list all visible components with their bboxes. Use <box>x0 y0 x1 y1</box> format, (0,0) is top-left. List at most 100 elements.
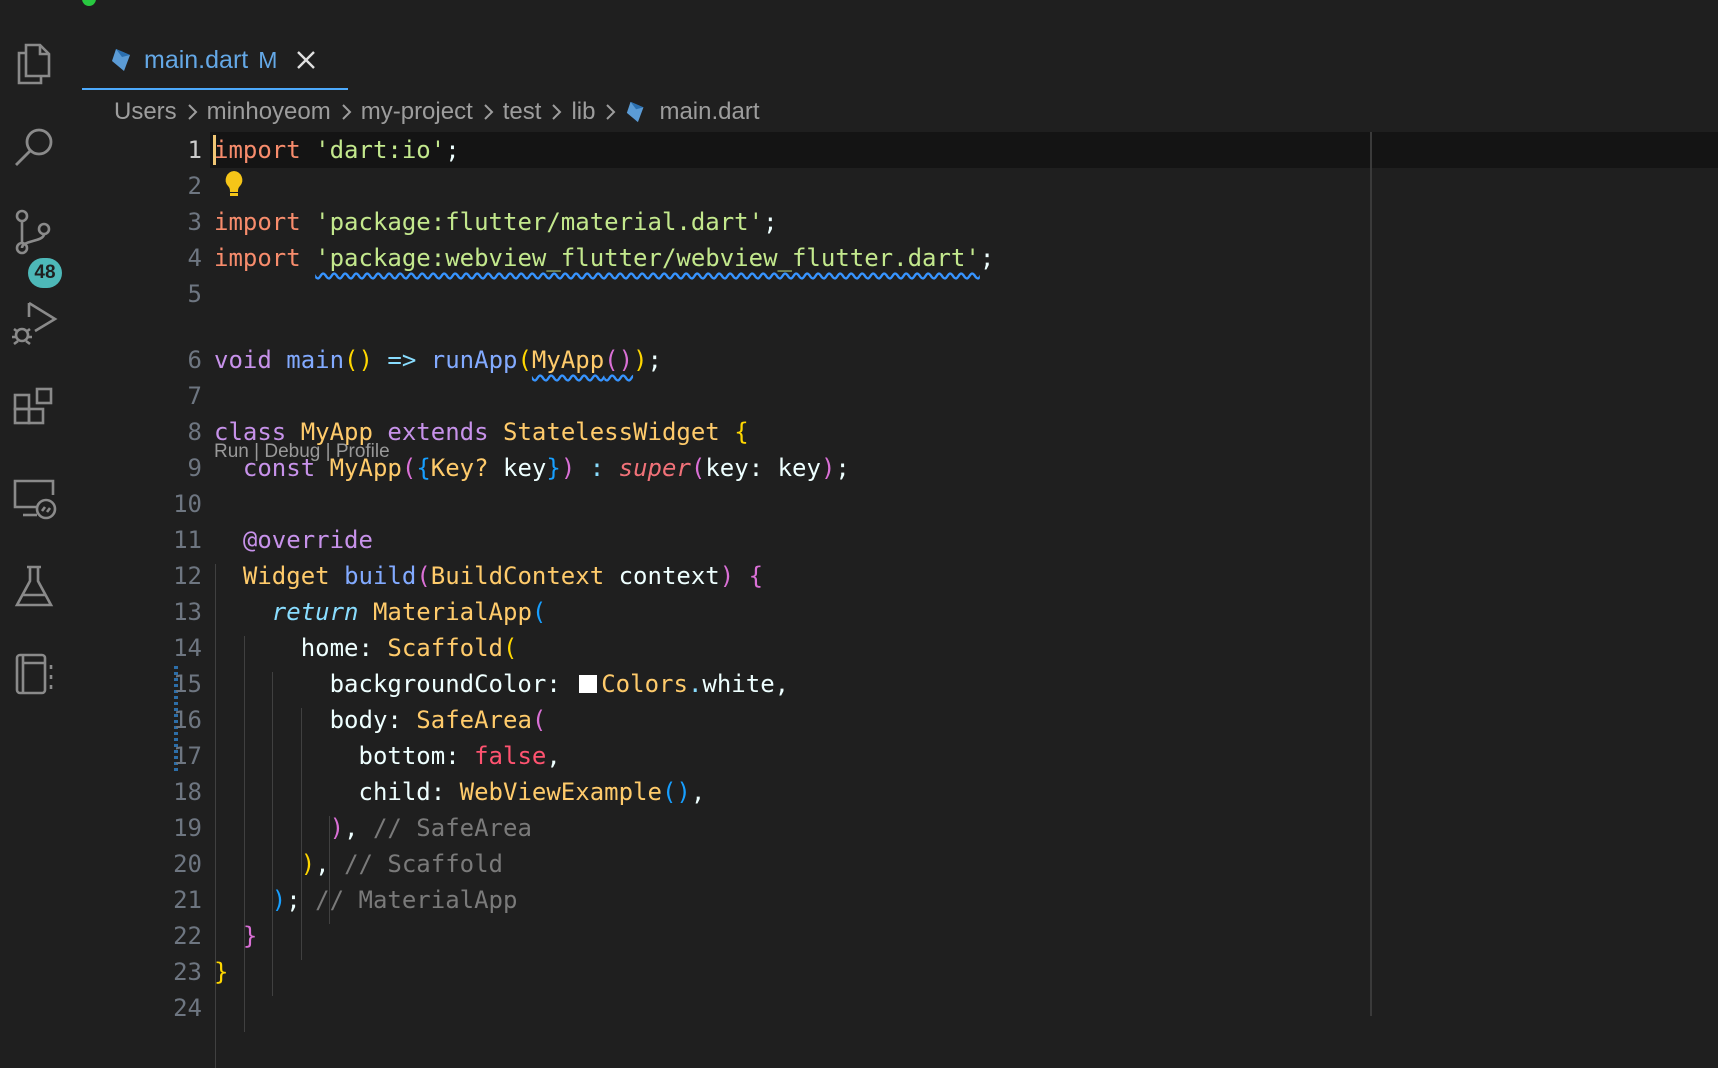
line-number: 24 <box>173 994 202 1022</box>
code-line: 16 body: SafeArea( <box>70 702 1718 738</box>
code-text: import 'package:flutter/material.dart'; <box>214 208 778 236</box>
code-text: } <box>242 922 258 950</box>
breadcrumb: Users minhoyeom my-project test lib main… <box>114 96 760 128</box>
line-number: 17 <box>173 742 202 770</box>
line-number: 8 <box>187 418 202 446</box>
line-number: 3 <box>187 208 202 236</box>
line-number: 6 <box>187 346 202 374</box>
code-line: 22 } <box>70 918 1718 954</box>
code-text: Widget build(BuildContext context) { <box>242 562 764 590</box>
code-text: void main() => runApp(MyApp()); <box>214 346 662 374</box>
source-control-badge: 48 <box>28 258 62 288</box>
line-number: 18 <box>173 778 202 806</box>
code-text: import 'dart:io'; <box>214 136 460 164</box>
tab-main-dart[interactable]: main.dart M <box>82 32 348 90</box>
breadcrumb-item[interactable]: lib <box>571 98 595 126</box>
line-number: 16 <box>173 706 202 734</box>
line-number: 22 <box>173 922 202 950</box>
chevron-right-icon <box>342 104 352 120</box>
code-line: 14 home: Scaffold( <box>70 630 1718 666</box>
code-text: ), // SafeArea <box>329 814 532 842</box>
code-text: backgroundColor: Colors.white, <box>329 670 790 698</box>
line-number: 15 <box>173 670 202 698</box>
code-text: ); // MaterialApp <box>271 886 518 914</box>
line-number: 2 <box>187 172 202 200</box>
code-line: 18 child: WebViewExample(), <box>70 774 1718 810</box>
code-line: 5 <box>70 276 1718 312</box>
tab-label: main.dart <box>144 45 249 74</box>
breadcrumb-item[interactable]: main.dart <box>659 98 759 126</box>
lightbulb-icon[interactable] <box>220 168 248 200</box>
chevron-right-icon <box>187 104 198 120</box>
title-bar <box>0 0 1718 8</box>
search-icon[interactable] <box>8 122 60 174</box>
testing-icon[interactable] <box>8 560 60 612</box>
breadcrumb-item[interactable]: test <box>503 98 542 126</box>
code-text: body: SafeArea( <box>329 706 547 734</box>
code-text: ), // Scaffold <box>300 850 504 878</box>
code-line: 24 <box>70 990 1718 1026</box>
code-line: 9 const MyApp({Key? key}) : super(key: k… <box>70 450 1718 486</box>
chevron-right-icon <box>484 104 494 120</box>
extensions-icon[interactable] <box>8 384 60 436</box>
activity-bar: 48 <box>0 0 70 1016</box>
line-number: 13 <box>173 598 202 626</box>
code-line: 7 <box>70 378 1718 414</box>
line-number: 21 <box>173 886 202 914</box>
line-number: 12 <box>173 562 202 590</box>
tab-bar: main.dart M <box>70 8 1718 90</box>
line-number: 1 <box>187 136 202 164</box>
line-number: 23 <box>173 958 202 986</box>
code-line: 8 class MyApp extends StatelessWidget { <box>70 414 1718 450</box>
color-swatch[interactable] <box>579 675 598 693</box>
modified-indicator: M <box>258 46 278 73</box>
code-text: bottom: false, <box>358 742 561 770</box>
line-number: 19 <box>173 814 202 842</box>
run-debug-icon[interactable] <box>8 296 60 348</box>
line-number: 9 <box>187 454 202 482</box>
close-icon[interactable] <box>293 47 319 73</box>
line-number: 11 <box>173 526 202 554</box>
code-line: 1 import 'dart:io'; <box>70 132 1718 168</box>
breadcrumb-item[interactable]: my-project <box>361 98 473 126</box>
line-number: 14 <box>173 634 202 662</box>
code-text: child: WebViewExample(), <box>358 778 706 806</box>
code-line: 21 ); // MaterialApp <box>70 882 1718 918</box>
source-control-icon[interactable] <box>8 206 60 258</box>
line-number: 10 <box>173 490 202 518</box>
code-text: return MaterialApp( <box>271 598 547 626</box>
explorer-icon[interactable] <box>8 38 60 90</box>
notebook-icon[interactable] <box>8 648 60 700</box>
line-number: 20 <box>173 850 202 878</box>
code-line: 17 bottom: false, <box>70 738 1718 774</box>
code-line: 3 import 'package:flutter/material.dart'… <box>70 204 1718 240</box>
dart-file-icon <box>627 101 644 123</box>
text-cursor <box>213 135 216 165</box>
code-text: @override <box>242 526 373 554</box>
zoom-window-button[interactable] <box>82 0 96 6</box>
breadcrumb-item[interactable]: Users <box>114 98 177 126</box>
code-line: 20 ), // Scaffold <box>70 846 1718 882</box>
code-text: const MyApp({Key? key}) : super(key: key… <box>242 454 850 482</box>
breadcrumb-item[interactable]: minhoyeom <box>207 98 331 126</box>
code-text: class MyApp extends StatelessWidget { <box>214 418 749 446</box>
code-line: 12 Widget build(BuildContext context) { <box>70 558 1718 594</box>
code-line: 10 <box>70 486 1718 522</box>
line-number: 4 <box>187 244 202 272</box>
line-number: 7 <box>187 382 202 410</box>
code-line: 4 import 'package:webview_flutter/webvie… <box>70 240 1718 276</box>
chevron-right-icon <box>552 104 562 120</box>
code-text: } <box>214 958 229 986</box>
code-text: home: Scaffold( <box>300 634 518 662</box>
dart-file-icon <box>112 49 130 71</box>
code-line: 23 } <box>70 954 1718 990</box>
code-line: 15 backgroundColor: Colors.white, <box>70 666 1718 702</box>
code-line: 13 return MaterialApp( <box>70 594 1718 630</box>
code-line: 6 void main() => runApp(MyApp()); <box>70 342 1718 378</box>
remote-explorer-icon[interactable] <box>8 472 60 524</box>
line-number: 5 <box>187 280 202 308</box>
code-text: import 'package:webview_flutter/webview_… <box>214 244 995 272</box>
code-line: 11 @override <box>70 522 1718 558</box>
code-line: 2 <box>70 168 1718 204</box>
code-editor[interactable]: 1 import 'dart:io'; 2 3 import 'package:… <box>70 132 1718 1068</box>
